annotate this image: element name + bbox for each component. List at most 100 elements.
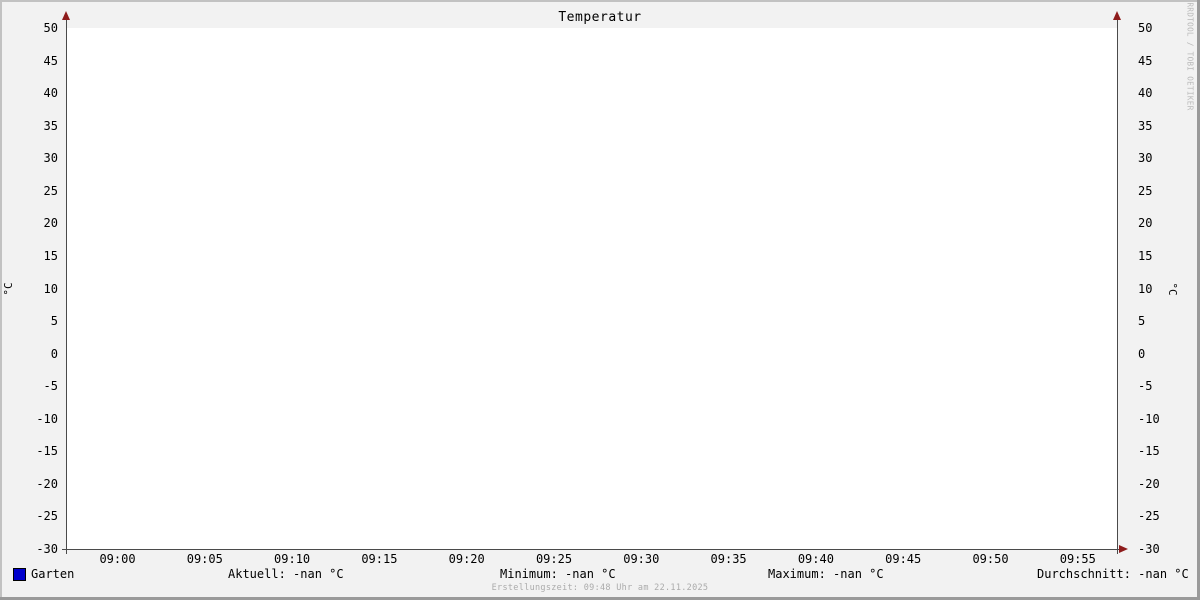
y-tick-label: 50 [43,21,58,35]
gridline-minor-v [310,28,311,554]
gridline-minor-h [62,213,1122,214]
y-tick-label: 35 [1138,118,1153,133]
gridline-major-h [62,516,1122,517]
y-axis-left-arrow-icon [62,11,70,20]
legend-color-swatch [13,568,26,581]
gridline-major-h [62,28,1122,29]
y-tick-label: 10 [43,281,58,296]
gridline-minor-h [62,137,1122,138]
x-axis-line [62,549,1120,550]
y-tick-label: 5 [1138,314,1146,329]
gridline-minor-h [62,169,1122,170]
gridline-minor-v [1008,28,1009,554]
gridline-minor-v [414,28,415,554]
y-tick-label: -30 [1138,542,1160,556]
gridline-minor-h [62,440,1122,441]
gridline-minor-h [62,310,1122,311]
gridline-major-v [554,28,555,554]
gridline-minor-v [152,28,153,554]
gridline-minor-v [868,28,869,554]
gridline-minor-h [62,202,1122,203]
y-tick-label: -25 [1138,509,1160,524]
legend-stat-minimum: Minimum: -nan °C [500,567,616,581]
y-tick-label: -5 [43,379,58,394]
gridline-minor-v [764,28,765,554]
gridline-minor-v [397,28,398,554]
gridline-major-v [991,28,992,554]
legend-row: Garten Aktuell: -nan °C Minimum: -nan °C… [0,567,1200,582]
y-axis-right-line [1117,17,1118,554]
gridline-major-h [62,256,1122,257]
y-axis-label-right: °C [1166,282,1179,296]
y-tick-label: -15 [36,444,58,459]
gridline-minor-v [1095,28,1096,554]
x-tick-label: 09:45 [885,552,922,566]
gridline-minor-h [62,527,1122,528]
gridline-minor-h [62,473,1122,474]
y-tick-label: 40 [43,86,58,101]
x-tick-label: 09:50 [972,552,1009,566]
gridline-minor-v [432,28,433,554]
y-tick-label: 30 [43,151,58,166]
gridline-minor-v [1113,28,1114,554]
gridline-minor-v [187,28,188,554]
gridline-minor-v [781,28,782,554]
gridline-minor-v [659,28,660,554]
gridline-major-v [1078,28,1079,554]
gridline-major-h [62,354,1122,355]
gridline-minor-h [62,147,1122,148]
gridline-minor-h [62,278,1122,279]
legend-stat-aktuell: Aktuell: -nan °C [228,567,344,581]
gridline-minor-h [62,462,1122,463]
y-tick-label: 40 [1138,86,1153,101]
gridline-minor-v [851,28,852,554]
gridline-minor-v [973,28,974,554]
gridline-minor-v [606,28,607,554]
y-axis-right-arrow-icon [1113,11,1121,20]
gridline-minor-v [449,28,450,554]
y-tick-label: -10 [1138,411,1160,426]
x-tick-label: 09:25 [535,552,573,566]
gridline-minor-v [676,28,677,554]
gridline-minor-v [886,28,887,554]
y-tick-label: -15 [1138,444,1160,459]
gridline-minor-v [327,28,328,554]
y-tick-label: 45 [43,53,58,68]
gridline-major-v [379,28,380,554]
gridline-minor-h [62,267,1122,268]
gridline-minor-v [624,28,625,554]
y-tick-label: 5 [50,314,58,329]
gridline-minor-v [240,28,241,554]
gridline-minor-v [83,28,84,554]
x-tick-label: 09:05 [186,552,223,566]
y-tick-label: 15 [1138,248,1153,263]
x-tick-label: 09:30 [623,552,660,566]
gridline-minor-v [938,28,939,554]
gridline-minor-h [62,180,1122,181]
gridline-minor-h [62,397,1122,398]
gridline-minor-v [711,28,712,554]
gridline-major-h [62,451,1122,452]
gridline-major-v [729,28,730,554]
gridline-minor-h [62,506,1122,507]
gridline-major-h [62,61,1122,62]
x-tick-label: 09:35 [710,552,747,566]
legend-stat-maximum: Maximum: -nan °C [768,567,884,581]
gridline-major-v [641,28,642,554]
gridline-major-v [816,28,817,554]
gridline-major-h [62,126,1122,127]
gridline-minor-v [344,28,345,554]
gridline-major-h [62,158,1122,159]
gridline-minor-v [222,28,223,554]
x-tick-label: 09:00 [99,552,136,566]
y-axis-left-line [66,17,67,554]
y-tick-label: 50 [1138,21,1153,35]
gridline-minor-h [62,343,1122,344]
y-tick-label: 20 [1138,216,1153,231]
gridline-minor-v [135,28,136,554]
gridline-major-h [62,386,1122,387]
chart-title: Temperatur [558,10,642,25]
y-tick-label: -20 [1138,476,1160,491]
gridline-minor-h [62,430,1122,431]
y-tick-label: 25 [1138,183,1153,198]
